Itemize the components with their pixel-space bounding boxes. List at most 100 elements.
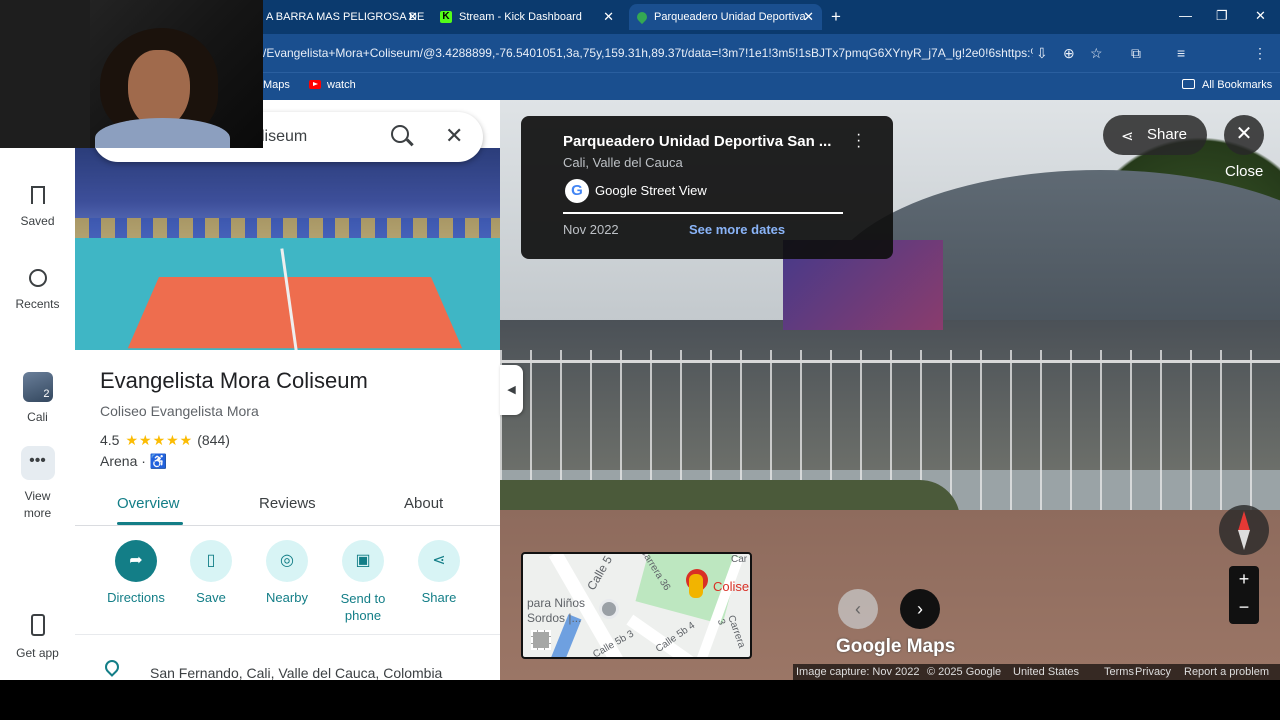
zoom-icon[interactable]: ⊕ xyxy=(1063,45,1075,62)
tab-overview[interactable]: Overview xyxy=(117,495,180,512)
mm-poi-icon xyxy=(599,599,619,619)
tab-reviews[interactable]: Reviews xyxy=(259,495,316,512)
sv-next-button[interactable]: › xyxy=(900,589,940,629)
address-text: San Fernando, Cali, Valle del Cauca, Col… xyxy=(150,665,443,680)
footer-privacy[interactable]: Privacy xyxy=(1135,666,1171,678)
sv-fence-rail xyxy=(500,360,1280,363)
share-button[interactable]: ⋖ Share xyxy=(401,540,477,605)
send-to-phone-button[interactable]: ▣ Send to phone xyxy=(325,540,401,624)
category-separator: · xyxy=(141,453,146,469)
zoom-out-button[interactable]: − xyxy=(1229,597,1259,618)
folder-icon xyxy=(1182,79,1195,89)
sv-footer: Image capture: Nov 2022 © 2025 Google Un… xyxy=(793,664,1280,680)
see-more-dates-link[interactable]: See more dates xyxy=(689,222,785,237)
tab-kick[interactable]: K Stream - Kick Dashboard ✕ xyxy=(432,4,622,30)
sv-share-button[interactable]: ⋖ Share xyxy=(1103,115,1207,155)
bookmark-watch[interactable]: watch xyxy=(309,79,356,91)
nearby-label: Nearby xyxy=(266,590,308,605)
google-logo-icon: G xyxy=(565,179,589,203)
tab-title: A BARRA MAS PELIGROSA DE xyxy=(266,11,425,23)
rail-get-app-label: Get app xyxy=(16,646,59,660)
share-label: Share xyxy=(421,590,457,605)
nearby-button[interactable]: ◎ Nearby xyxy=(249,540,325,605)
sv-provider: Google Street View xyxy=(595,183,707,198)
footer-image-capture: Image capture: Nov 2022 xyxy=(796,666,920,678)
sv-close-button[interactable]: ✕ xyxy=(1224,115,1264,155)
search-icon[interactable] xyxy=(391,125,409,143)
tab-parqueadero[interactable]: Parqueadero Unidad Deportiva ✕ xyxy=(629,4,822,30)
cali-thumbnail: 2 xyxy=(22,372,53,402)
mini-map[interactable]: Calle 5 Carrera 36 para Niños Sordos |..… xyxy=(521,552,752,659)
new-tab-button[interactable]: + xyxy=(831,7,841,27)
sv-close-label: Close xyxy=(1225,163,1264,180)
sv-divider xyxy=(563,212,843,214)
recent-badge: 2 xyxy=(43,388,50,400)
youtube-icon xyxy=(309,80,321,89)
tab-title: Stream - Kick Dashboard xyxy=(459,11,582,23)
collapse-panel-button[interactable]: ◀ xyxy=(500,365,523,415)
tab-about[interactable]: About xyxy=(404,495,443,512)
extensions-icon[interactable]: ⧉ xyxy=(1131,45,1141,62)
zoom-in-button[interactable]: + xyxy=(1229,569,1259,590)
directions-button[interactable]: ➦ Directions xyxy=(98,540,174,605)
media-icon[interactable]: ≡ xyxy=(1177,45,1185,61)
compass-icon[interactable] xyxy=(1219,505,1269,555)
webcam-background xyxy=(0,0,90,148)
webcam-overlay xyxy=(0,0,263,148)
sv-capture-date: Nov 2022 xyxy=(563,222,619,237)
place-photo[interactable] xyxy=(75,148,500,350)
search-input[interactable]: liseum xyxy=(261,128,307,146)
place-rating[interactable]: 4.5 ★★★★★ (844) xyxy=(100,432,230,449)
star-icon[interactable]: ☆ xyxy=(1090,45,1103,62)
send-to-phone-icon: ▣ xyxy=(342,540,384,582)
wheelchair-icon: ♿ xyxy=(149,453,168,469)
bookmark-maps[interactable]: Maps xyxy=(263,79,290,91)
sv-share-label: Share xyxy=(1147,126,1188,143)
maximize-icon[interactable]: ❐ xyxy=(1216,8,1228,24)
bookmark-watch-label: watch xyxy=(327,79,356,91)
streamer-shirt xyxy=(95,118,230,148)
close-tab-icon[interactable]: ✕ xyxy=(803,9,814,25)
rail-recents[interactable]: Recents xyxy=(0,269,75,311)
zoom-control: + − xyxy=(1229,566,1259,624)
send-to-phone-label: Send to phone xyxy=(340,591,386,623)
address-row[interactable]: San Fernando, Cali, Valle del Cauca, Col… xyxy=(75,654,500,680)
save-button[interactable]: ▯ Save xyxy=(173,540,249,605)
street-view[interactable]: Parqueadero Unidad Deportiva San ... Cal… xyxy=(500,100,1280,680)
close-tab-icon[interactable]: ✕ xyxy=(603,9,614,25)
sv-menu-kebab-icon[interactable]: · · · xyxy=(856,127,861,155)
rail-get-app[interactable]: Get app xyxy=(0,614,75,660)
clear-search-icon[interactable]: ✕ xyxy=(445,123,463,149)
directions-label: Directions xyxy=(107,590,165,605)
pegman-icon[interactable] xyxy=(689,574,703,598)
footer-terms[interactable]: Terms xyxy=(1104,666,1134,678)
all-bookmarks[interactable]: All Bookmarks xyxy=(1182,79,1272,91)
menu-kebab-icon[interactable]: ⋮ xyxy=(1253,45,1267,62)
mm-label-ninos: para Niños xyxy=(527,596,586,610)
tab-barra[interactable]: A BARRA MAS PELIGROSA DE ✕ xyxy=(258,4,426,30)
maps-icon xyxy=(634,9,650,25)
install-icon[interactable]: ⇩ xyxy=(1036,45,1048,62)
street-view-info-card: Parqueadero Unidad Deportiva San ... Cal… xyxy=(521,116,893,259)
place-local-name: Coliseo Evangelista Mora xyxy=(100,403,259,419)
close-tab-icon[interactable]: ✕ xyxy=(407,9,418,25)
all-bookmarks-label: All Bookmarks xyxy=(1202,79,1273,91)
mm-street-car: Car xyxy=(731,554,748,565)
maps-left-rail: Saved Recents 2 Cali ••• View more Get a… xyxy=(0,148,75,680)
review-count[interactable]: (844) xyxy=(197,432,230,448)
google-maps-logo: Google Maps xyxy=(836,636,956,657)
rail-recent-cali[interactable]: 2 Cali xyxy=(0,372,75,424)
place-panel: liseum ✕ Evangelista Mora Coliseum Colis… xyxy=(75,100,500,680)
sv-prev-button[interactable]: ‹ xyxy=(838,589,878,629)
url-field[interactable]: /Evangelista+Mora+Coliseum/@3.4288899,-7… xyxy=(263,46,1033,60)
rail-recents-label: Recents xyxy=(15,297,60,311)
streamer-face xyxy=(128,50,190,128)
rail-view-more[interactable]: ••• View more xyxy=(0,446,75,522)
tab-title: Parqueadero Unidad Deportiva xyxy=(654,11,806,23)
rail-saved[interactable]: Saved xyxy=(0,186,75,228)
window-close-icon[interactable]: ✕ xyxy=(1255,8,1266,24)
minimize-icon[interactable]: — xyxy=(1179,8,1192,23)
footer-region[interactable]: United States xyxy=(1013,666,1079,678)
footer-report[interactable]: Report a problem xyxy=(1184,666,1269,678)
expand-map-icon[interactable] xyxy=(531,630,551,650)
